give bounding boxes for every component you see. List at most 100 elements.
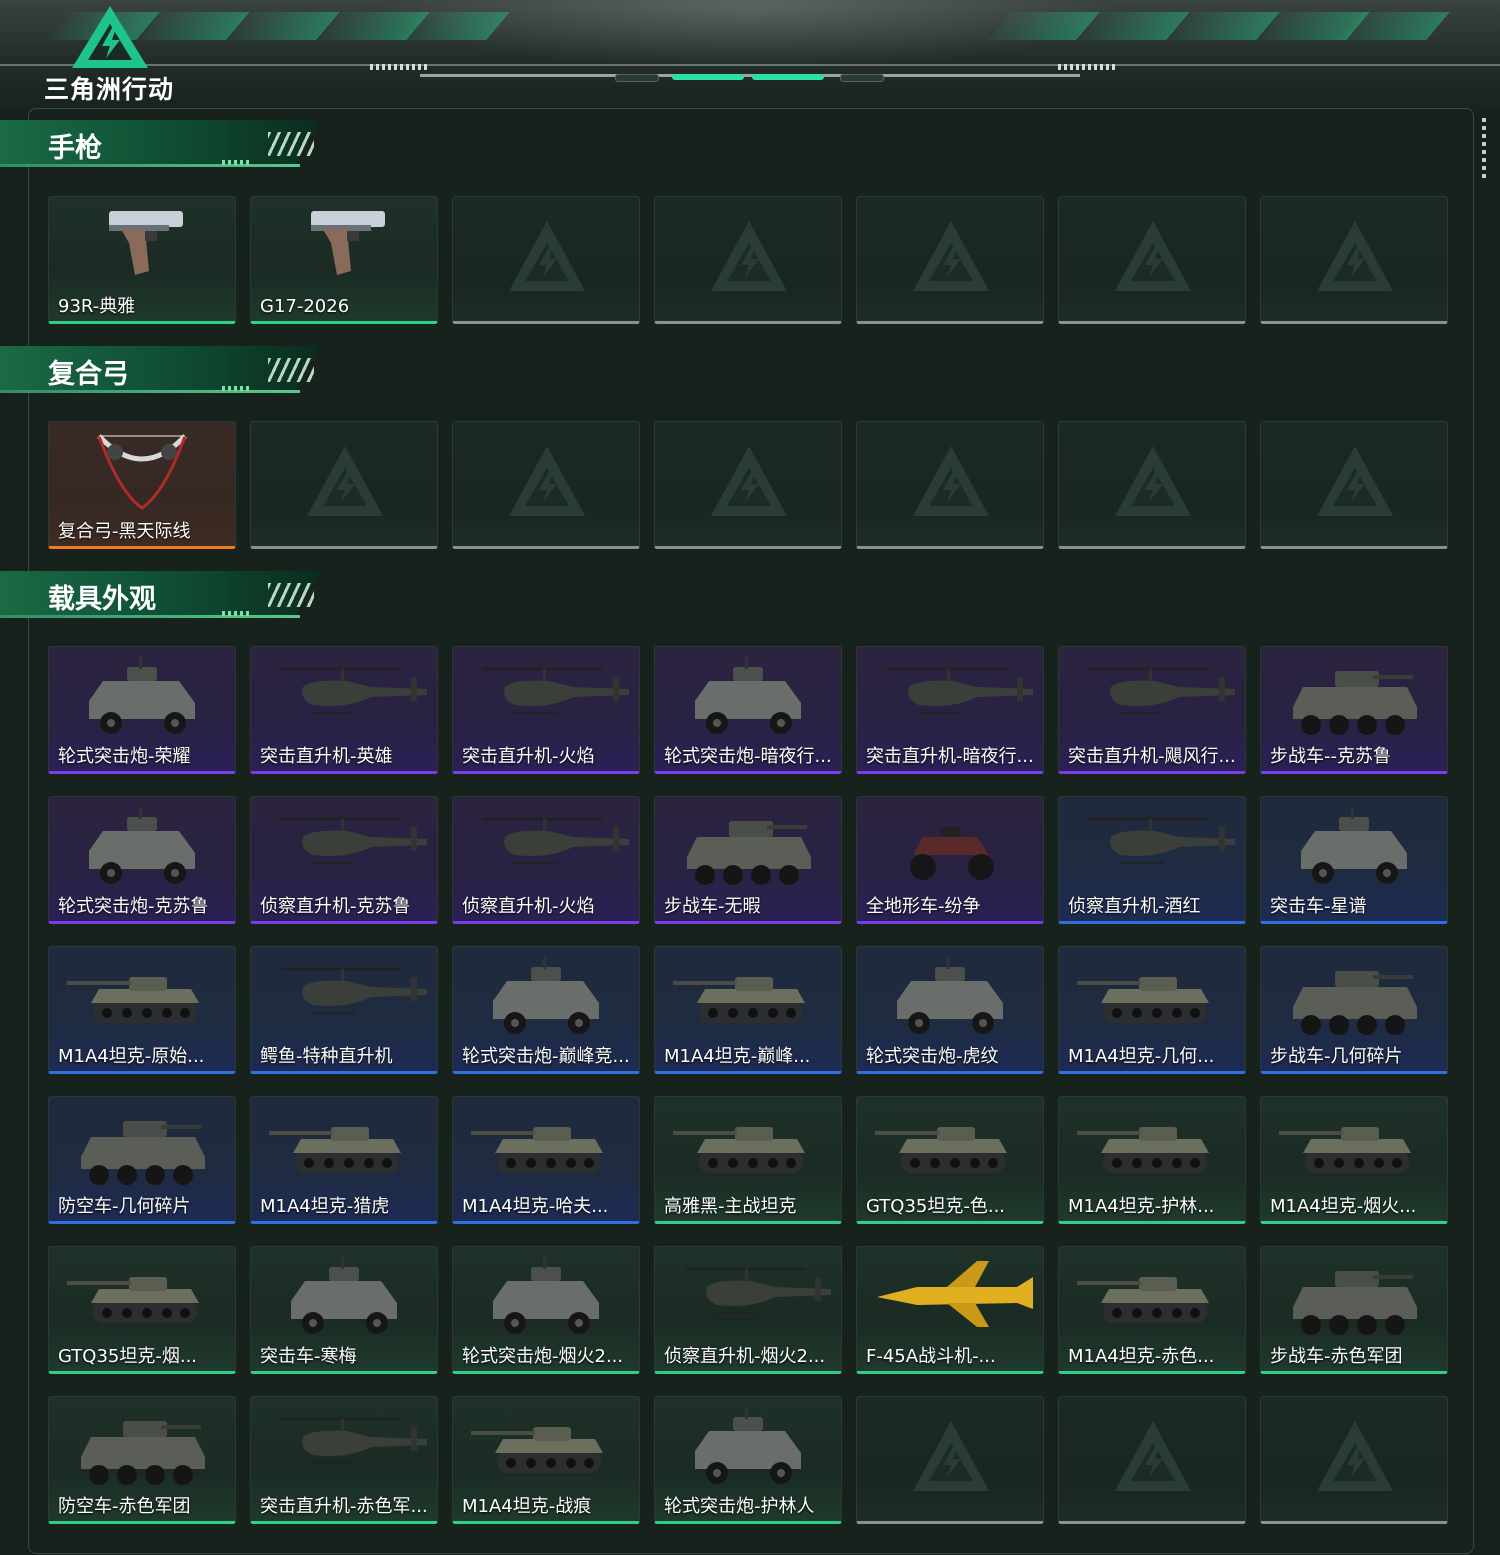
helicopter-icon xyxy=(1089,817,1235,864)
item-card[interactable]: 轮式突击炮-护林人 xyxy=(654,1396,842,1524)
empty-slot[interactable] xyxy=(856,196,1044,324)
item-card[interactable]: 鳄鱼-特种直升机 xyxy=(250,946,438,1074)
empty-slot[interactable] xyxy=(1058,1396,1246,1524)
tank-icon xyxy=(1077,977,1209,1023)
item-card[interactable]: 高雅黑-主战坦克 xyxy=(654,1096,842,1224)
item-card[interactable]: 轮式突击炮-虎纹 xyxy=(856,946,1044,1074)
item-card[interactable]: 步战车-几何碎片 xyxy=(1260,946,1448,1074)
item-card[interactable]: 突击车-星谱 xyxy=(1260,796,1448,924)
item-card[interactable]: 突击直升机-飓风行... xyxy=(1058,646,1246,774)
helicopter-icon xyxy=(887,667,1033,714)
item-card[interactable]: M1A4坦克-护林... xyxy=(1058,1096,1246,1224)
empty-slot[interactable] xyxy=(654,196,842,324)
item-label: GTQ35坦克-烟... xyxy=(58,1346,198,1367)
item-card[interactable]: 步战车-无暇 xyxy=(654,796,842,924)
empty-slot-logo-icon xyxy=(711,221,787,291)
item-label: 步战车-无暇 xyxy=(664,896,761,917)
item-card[interactable]: 步战车-赤色军团 xyxy=(1260,1246,1448,1374)
tank-icon xyxy=(1077,1277,1209,1323)
empty-slot[interactable] xyxy=(1260,421,1448,549)
item-card[interactable]: 全地形车-纷争 xyxy=(856,796,1044,924)
empty-slot[interactable] xyxy=(250,421,438,549)
section-title: 复合弓 xyxy=(48,359,129,390)
item-card[interactable]: 复合弓-黑天际线 xyxy=(48,421,236,549)
empty-slot[interactable] xyxy=(452,196,640,324)
item-label: M1A4坦克-猎虎 xyxy=(260,1196,390,1217)
item-card[interactable]: 突击车-寒梅 xyxy=(250,1246,438,1374)
item-label: 侦察直升机-克苏鲁 xyxy=(260,896,411,917)
item-card[interactable]: 侦察直升机-克苏鲁 xyxy=(250,796,438,924)
item-card[interactable]: 突击直升机-赤色军... xyxy=(250,1396,438,1524)
item-card[interactable]: 侦察直升机-酒红 xyxy=(1058,796,1246,924)
item-card[interactable]: G17-2026 xyxy=(250,196,438,324)
item-card[interactable]: 93R-典雅 xyxy=(48,196,236,324)
item-label: M1A4坦克-护林... xyxy=(1068,1196,1215,1217)
tank-icon xyxy=(875,1127,1007,1173)
item-card[interactable]: M1A4坦克-猎虎 xyxy=(250,1096,438,1224)
item-card[interactable]: 轮式突击炮-克苏鲁 xyxy=(48,796,236,924)
section-header-bow: 复合弓 xyxy=(0,346,330,402)
pistol-icon xyxy=(311,211,385,275)
empty-slot-logo-icon xyxy=(1317,446,1393,516)
item-label: 轮式突击炮-克苏鲁 xyxy=(58,896,209,917)
item-card[interactable]: 轮式突击炮-烟火2... xyxy=(452,1246,640,1374)
tank-icon xyxy=(673,977,805,1023)
item-label: 突击直升机-英雄 xyxy=(260,746,393,767)
empty-slot[interactable] xyxy=(452,421,640,549)
empty-slot[interactable] xyxy=(856,1396,1044,1524)
item-card[interactable]: M1A4坦克-战痕 xyxy=(452,1396,640,1524)
item-label: M1A4坦克-烟火... xyxy=(1270,1196,1417,1217)
item-card[interactable]: 侦察直升机-烟火2... xyxy=(654,1246,842,1374)
bow-icon xyxy=(97,434,187,510)
item-label: G17-2026 xyxy=(260,296,350,317)
item-card[interactable]: M1A4坦克-烟火... xyxy=(1260,1096,1448,1224)
empty-slot[interactable] xyxy=(654,421,842,549)
armored-car-icon xyxy=(89,657,195,734)
jet-icon xyxy=(877,1261,1033,1327)
item-card[interactable]: M1A4坦克-巅峰... xyxy=(654,946,842,1074)
section-title: 载具外观 xyxy=(48,584,156,615)
item-card[interactable]: 轮式突击炮-暗夜行... xyxy=(654,646,842,774)
empty-slot[interactable] xyxy=(856,421,1044,549)
item-card[interactable]: 步战车--克苏鲁 xyxy=(1260,646,1448,774)
section-ticks xyxy=(222,160,252,165)
section-header-vehicle: 载具外观 xyxy=(0,571,330,627)
empty-slot[interactable] xyxy=(1260,1396,1448,1524)
empty-slot-logo-icon xyxy=(1115,1421,1191,1491)
empty-slot[interactable] xyxy=(1058,421,1246,549)
pistol-icon xyxy=(109,211,183,275)
item-card[interactable]: M1A4坦克-赤色... xyxy=(1058,1246,1246,1374)
item-card[interactable]: 突击直升机-暗夜行... xyxy=(856,646,1044,774)
item-label: 轮式突击炮-巅峰竞... xyxy=(462,1046,630,1067)
ifv-icon xyxy=(81,1121,205,1185)
item-label: 轮式突击炮-暗夜行... xyxy=(664,746,832,767)
item-card[interactable]: 突击直升机-英雄 xyxy=(250,646,438,774)
item-card[interactable]: 侦察直升机-火焰 xyxy=(452,796,640,924)
item-label: M1A4坦克-战痕 xyxy=(462,1496,592,1517)
header-indicator-active xyxy=(752,74,824,80)
item-card[interactable]: M1A4坦克-几何... xyxy=(1058,946,1246,1074)
empty-slot[interactable] xyxy=(1260,196,1448,324)
item-card[interactable]: F-45A战斗机-... xyxy=(856,1246,1044,1374)
empty-slot[interactable] xyxy=(1058,196,1246,324)
item-label: 轮式突击炮-虎纹 xyxy=(866,1046,999,1067)
item-label: 轮式突击炮-荣耀 xyxy=(58,746,191,767)
item-label: 全地形车-纷争 xyxy=(866,896,981,917)
item-label: 步战车-赤色军团 xyxy=(1270,1346,1403,1367)
item-card[interactable]: 轮式突击炮-荣耀 xyxy=(48,646,236,774)
item-card[interactable]: 防空车-赤色军团 xyxy=(48,1396,236,1524)
tank-icon xyxy=(269,1127,401,1173)
helicopter-icon xyxy=(483,667,629,714)
item-card[interactable]: M1A4坦克-原始... xyxy=(48,946,236,1074)
item-card[interactable]: 突击直升机-火焰 xyxy=(452,646,640,774)
tank-icon xyxy=(1279,1127,1411,1173)
item-card[interactable]: 轮式突击炮-巅峰竞... xyxy=(452,946,640,1074)
item-card[interactable]: GTQ35坦克-烟... xyxy=(48,1246,236,1374)
item-label: 突击直升机-暗夜行... xyxy=(866,746,1034,767)
item-card[interactable]: GTQ35坦克-色... xyxy=(856,1096,1044,1224)
section-edge xyxy=(0,390,300,393)
item-label: 步战车--克苏鲁 xyxy=(1270,746,1391,767)
item-card[interactable]: 防空车-几何碎片 xyxy=(48,1096,236,1224)
scrollbar[interactable] xyxy=(1482,118,1486,178)
item-card[interactable]: M1A4坦克-哈夫... xyxy=(452,1096,640,1224)
